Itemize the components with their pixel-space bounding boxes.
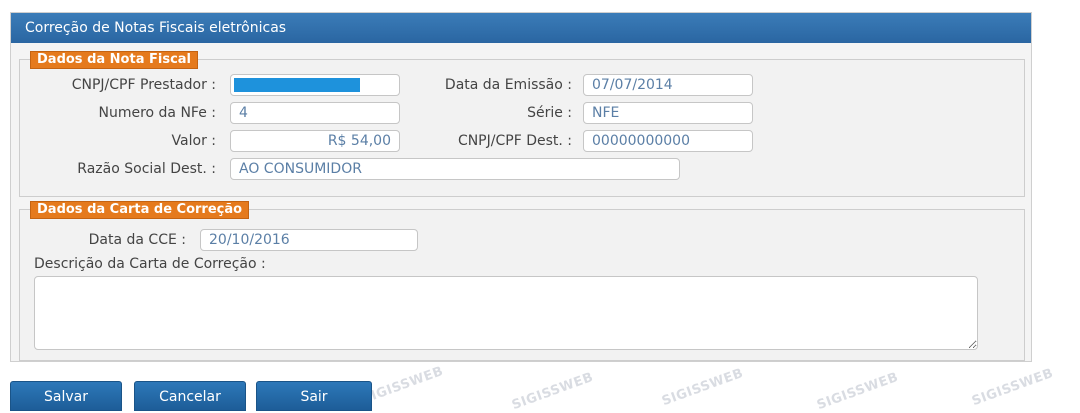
cnpj-dest-field[interactable]: 00000000000 bbox=[583, 130, 753, 152]
valor-label: Valor : bbox=[171, 133, 216, 149]
data-cce-label: Data da CCE : bbox=[88, 232, 186, 248]
carta-correcao-legend: Dados da Carta de Correção bbox=[30, 201, 250, 219]
descricao-textarea[interactable] bbox=[34, 276, 978, 350]
cnpj-prestador-label: CNPJ/CPF Prestador : bbox=[71, 77, 216, 93]
watermark: SIGISSWEB bbox=[815, 369, 901, 413]
descricao-label: Descrição da Carta de Correção : bbox=[34, 256, 266, 272]
watermark: SIGISSWEB bbox=[360, 363, 446, 408]
razao-social-label: Razão Social Dest. : bbox=[77, 161, 216, 177]
nota-fiscal-section: Dados da Nota Fiscal CNPJ/CPF Prestador … bbox=[19, 51, 1025, 197]
panel-title: Correção de Notas Fiscais eletrônicas bbox=[11, 13, 1031, 43]
redacted-value bbox=[234, 78, 360, 92]
watermark: SIGISSWEB bbox=[510, 369, 596, 413]
cnpj-prestador-field[interactable] bbox=[230, 74, 400, 96]
numero-nfe-field[interactable]: 4 bbox=[230, 102, 400, 124]
salvar-button[interactable]: Salvar bbox=[10, 381, 122, 411]
razao-social-field[interactable]: AO CONSUMIDOR bbox=[230, 158, 680, 180]
watermark: SIGISSWEB bbox=[660, 365, 746, 410]
correction-panel: Correção de Notas Fiscais eletrônicas Da… bbox=[10, 12, 1032, 362]
data-emissao-field[interactable]: 07/07/2014 bbox=[583, 74, 753, 96]
serie-label: Série : bbox=[527, 105, 572, 121]
carta-correcao-section: Dados da Carta de Correção Data da CCE :… bbox=[19, 201, 1025, 361]
data-emissao-label: Data da Emissão : bbox=[444, 77, 572, 93]
watermark: SIGISSWEB bbox=[970, 365, 1056, 410]
data-cce-field[interactable]: 20/10/2016 bbox=[200, 229, 418, 251]
cnpj-dest-label: CNPJ/CPF Dest. : bbox=[457, 133, 572, 149]
valor-field[interactable]: R$ 54,00 bbox=[230, 130, 400, 152]
numero-nfe-label: Numero da NFe : bbox=[98, 105, 216, 121]
serie-field[interactable]: NFE bbox=[583, 102, 753, 124]
sair-button[interactable]: Sair bbox=[256, 381, 372, 411]
cancelar-button[interactable]: Cancelar bbox=[134, 381, 246, 411]
nota-fiscal-legend: Dados da Nota Fiscal bbox=[30, 51, 199, 69]
